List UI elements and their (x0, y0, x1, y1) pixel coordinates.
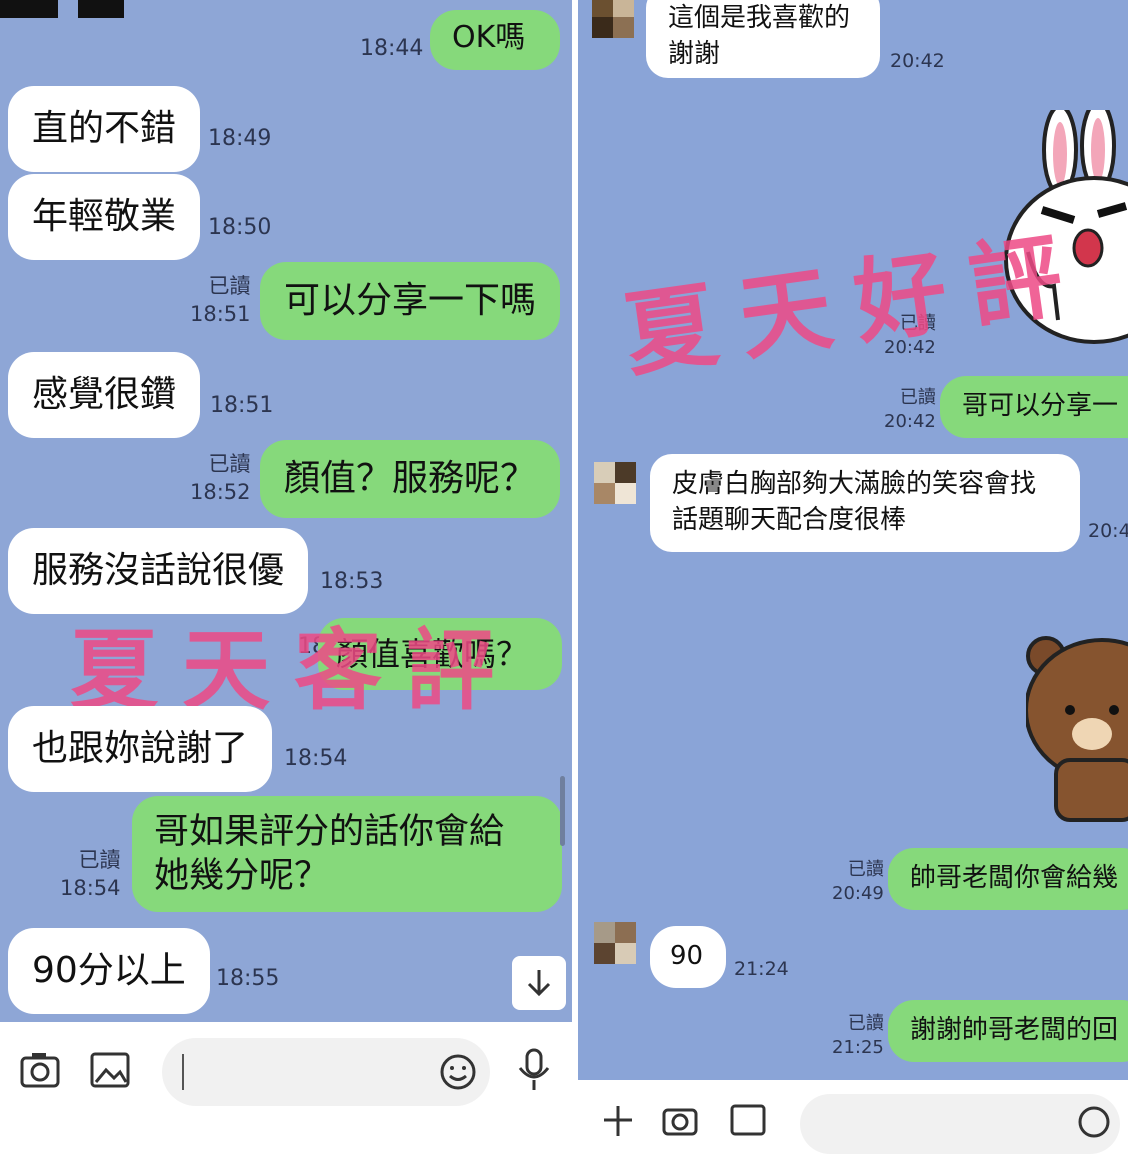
arrow-down-icon (527, 970, 551, 997)
read-receipt: 已讀 20:49 (832, 859, 884, 904)
message-time: 18:53 (320, 569, 384, 594)
camera-icon[interactable] (660, 1100, 700, 1140)
read-receipt: 已讀 18:51 (190, 274, 251, 326)
message-time: 18:49 (208, 126, 272, 151)
image-icon[interactable] (728, 1100, 768, 1140)
message-time: 18:50 (208, 215, 272, 240)
avatar (594, 922, 636, 964)
watermark-text: 夏天好評 (617, 218, 1093, 390)
smiley-icon[interactable] (1076, 1104, 1112, 1140)
message-bubble-out: OK嗎 (430, 10, 560, 70)
message-text-line: 她幾分呢？ (154, 856, 330, 896)
brown-bear-sticker (1026, 636, 1128, 822)
message-text: 帥哥老闆你會給幾 (910, 863, 1119, 893)
message-bubble-in: 90分以上 (8, 928, 210, 1014)
message-bubble-out: 謝謝帥哥老闆的回 (888, 1000, 1128, 1062)
message-text-line: 哥如果評分的話你會給 (154, 812, 505, 852)
input-bar (578, 1080, 1128, 1154)
read-receipt: 已讀 21:25 (832, 1013, 884, 1058)
plus-icon[interactable] (600, 1102, 636, 1138)
message-bubble-in: 90 (650, 926, 726, 988)
message-bubble-in: 也跟妳說謝了 (8, 706, 273, 792)
message-bubble-out: 可以分享一下嗎 (260, 262, 561, 340)
message-text: 年輕敬業 (32, 196, 177, 237)
microphone-icon[interactable] (512, 1046, 556, 1094)
message-bubble-out: 帥哥老闆你會給幾 (888, 848, 1128, 910)
message-text: 90分以上 (32, 950, 186, 991)
message-input[interactable] (162, 1038, 490, 1106)
message-text: 90 (670, 941, 704, 971)
message-bubble-in: 年輕敬業 (8, 174, 201, 260)
message-time: 18:44 (360, 36, 424, 61)
input-bar (0, 1022, 572, 1129)
message-text: OK嗎 (452, 20, 526, 55)
message-bubble-in: 這個是我喜歡的 謝謝 (646, 0, 880, 78)
message-bubble-out: 哥如果評分的話你會給 她幾分呢？ (132, 796, 562, 912)
message-time: 18:55 (216, 966, 280, 991)
message-text-line: 謝謝 (668, 39, 721, 69)
message-bubble-in: 直的不錯 (8, 86, 201, 172)
status-bar-block (0, 0, 58, 18)
message-text: 可以分享一下嗎 (284, 280, 537, 321)
message-text: 服務沒話說很優 (32, 550, 285, 591)
message-text: 謝謝帥哥老闆的回 (910, 1015, 1119, 1045)
message-text: 也跟妳說謝了 (32, 728, 249, 769)
right-chat-screenshot: 這個是我喜歡的 謝謝 20:42 已讀 20:42 夏天好評 已讀 20:42 哥可… (578, 0, 1128, 1080)
message-time: 18:54 (284, 746, 348, 771)
read-receipt: 已讀 20:42 (884, 387, 936, 432)
image-icon[interactable] (88, 1048, 132, 1092)
message-text-line: 這個是我喜歡的 (668, 3, 851, 33)
message-text-line: 話題聊天配合度很棒 (672, 505, 907, 535)
left-chat-screenshot: 18:44 OK嗎 直的不錯 18:49 年輕敬業 18:50 已讀 18:51 … (0, 0, 572, 1129)
read-receipt: 已讀 18:52 (190, 452, 251, 504)
message-time: 20:48 (1088, 520, 1128, 542)
text-cursor (182, 1054, 184, 1090)
camera-icon[interactable] (18, 1048, 62, 1092)
message-bubble-in: 皮膚白胸部夠大滿臉的笑容會找 話題聊天配合度很棒 (650, 454, 1080, 552)
avatar (592, 0, 634, 38)
message-text: 感覺很鑽 (32, 374, 177, 415)
message-input[interactable] (800, 1094, 1120, 1154)
message-text: 直的不錯 (32, 108, 177, 149)
scrollbar[interactable] (560, 776, 565, 846)
smiley-icon[interactable] (438, 1052, 478, 1092)
scroll-to-bottom-button[interactable] (512, 956, 566, 1010)
read-receipt: 已讀 18:54 (60, 848, 121, 900)
status-bar-block (78, 0, 124, 18)
message-time: 18:51 (210, 393, 274, 418)
message-bubble-out: 哥可以分享一 (940, 376, 1128, 438)
message-text-line: 皮膚白胸部夠大滿臉的笑容會找 (672, 469, 1037, 499)
message-time: 20:42 (890, 50, 945, 72)
message-bubble-in: 感覺很鑽 (8, 352, 201, 438)
message-bubble-out: 顏值？服務呢？ (260, 440, 561, 518)
message-text: 顏值？服務呢？ (284, 458, 537, 499)
avatar (594, 462, 636, 504)
message-time: 21:24 (734, 958, 789, 980)
message-text: 哥可以分享一 (962, 391, 1119, 421)
